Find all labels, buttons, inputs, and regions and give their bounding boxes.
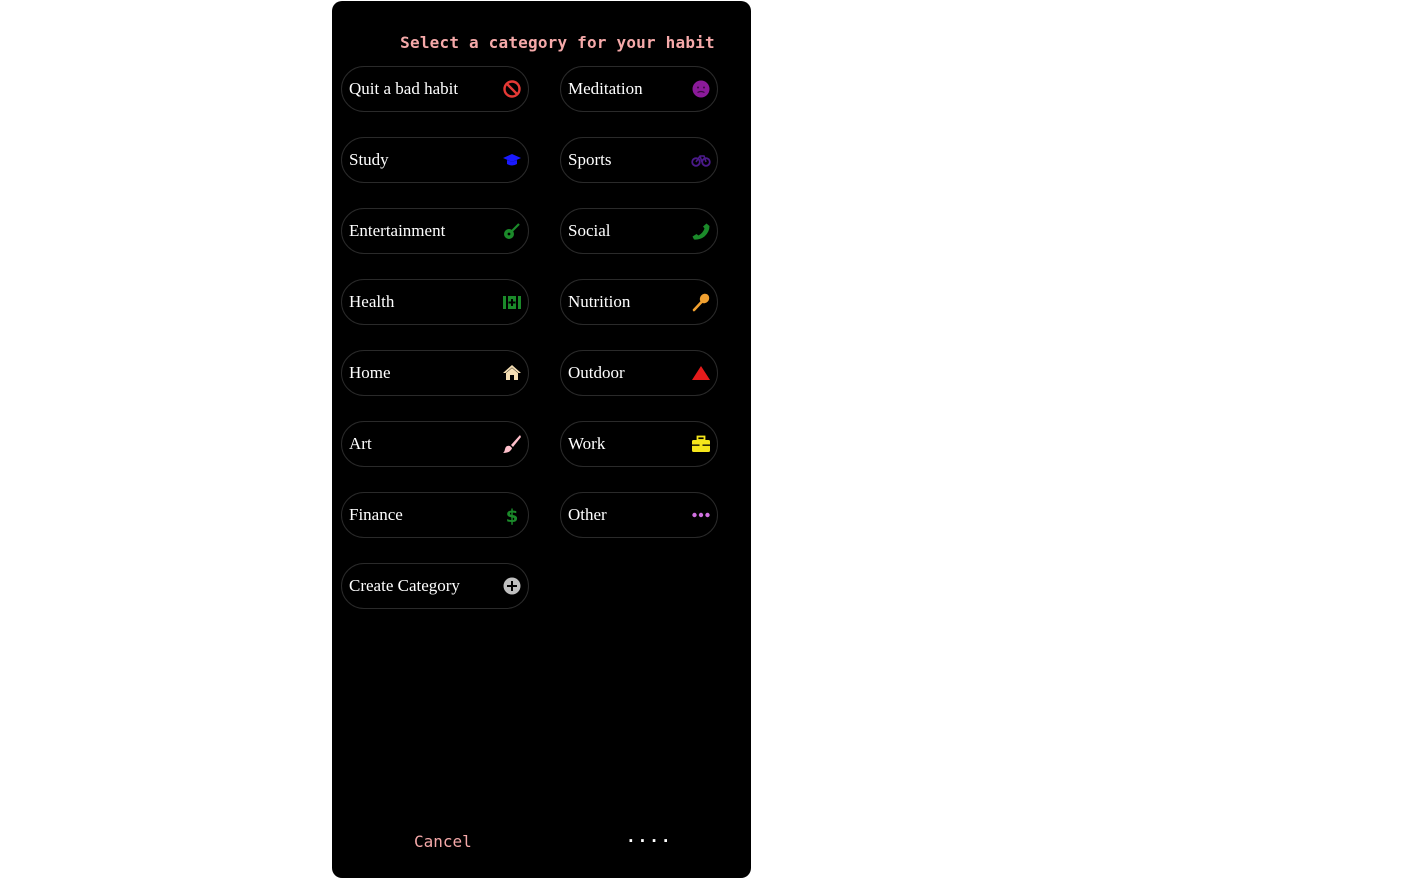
category-outdoor[interactable]: Outdoor [560, 350, 718, 396]
page-indicator-dots: .... [626, 827, 673, 846]
category-entertainment[interactable]: Entertainment [341, 208, 529, 254]
graduation-cap-icon [501, 149, 523, 171]
plus-circle-icon [501, 575, 523, 597]
house-icon [501, 362, 523, 384]
category-health[interactable]: Health [341, 279, 529, 325]
category-label: Meditation [568, 79, 643, 98]
category-quit-bad-habit[interactable]: Quit a bad habit [341, 66, 529, 112]
bicycle-icon [690, 149, 712, 171]
phone-icon [690, 220, 712, 242]
more-dots-icon [690, 504, 712, 526]
category-label: Nutrition [568, 292, 631, 311]
category-social[interactable]: Social [560, 208, 718, 254]
meditation-face-icon [690, 78, 712, 100]
category-label: Work [568, 434, 606, 453]
category-label: Outdoor [568, 363, 625, 382]
category-label: Entertainment [349, 221, 446, 240]
category-other[interactable]: Other [560, 492, 718, 538]
dialog-title: Select a category for your habit [400, 33, 715, 52]
ban-icon [501, 78, 523, 100]
category-label: Finance [349, 505, 403, 524]
category-label: Create Category [349, 576, 460, 595]
category-label: Social [568, 221, 611, 240]
category-label: Art [349, 434, 372, 453]
category-home[interactable]: Home [341, 350, 529, 396]
category-nutrition[interactable]: Nutrition [560, 279, 718, 325]
category-label: Study [349, 150, 389, 169]
category-work[interactable]: Work [560, 421, 718, 467]
category-meditation[interactable]: Meditation [560, 66, 718, 112]
category-label: Sports [568, 150, 612, 169]
briefcase-icon [690, 433, 712, 455]
dollar-icon: $ [501, 504, 523, 526]
category-finance[interactable]: Finance $ [341, 492, 529, 538]
spoon-icon [690, 291, 712, 313]
create-category-button[interactable]: Create Category [341, 563, 529, 609]
category-label: Quit a bad habit [349, 79, 459, 98]
category-art[interactable]: Art [341, 421, 529, 467]
mountain-icon [690, 362, 712, 384]
guitar-icon [501, 220, 523, 242]
category-dialog: Select a category for your habit Quit a … [332, 1, 751, 878]
category-label: Other [568, 505, 607, 524]
category-sports[interactable]: Sports [560, 137, 718, 183]
paintbrush-icon [501, 433, 523, 455]
svg-text:$: $ [506, 506, 519, 525]
category-label: Home [349, 363, 391, 382]
cancel-button[interactable]: Cancel [414, 832, 472, 851]
medkit-icon [501, 291, 523, 313]
category-label: Health [349, 292, 395, 311]
category-study[interactable]: Study [341, 137, 529, 183]
